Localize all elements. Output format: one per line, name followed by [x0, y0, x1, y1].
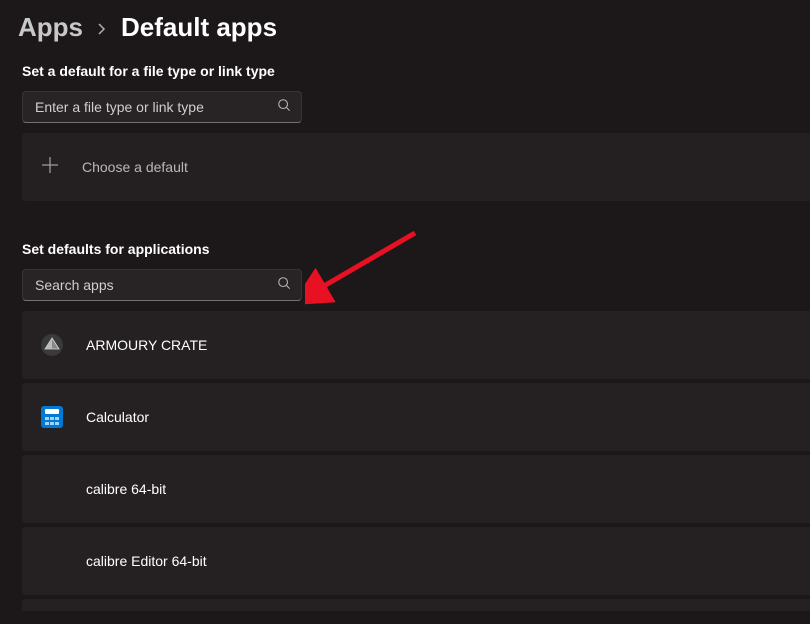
app-row-armoury-crate[interactable]: ARMOURY CRATE: [22, 311, 810, 379]
calculator-icon: [40, 405, 64, 429]
filetype-search-box[interactable]: [22, 91, 302, 123]
empty-icon: [40, 549, 64, 573]
app-label: Calculator: [86, 409, 149, 425]
section-filetype-label: Set a default for a file type or link ty…: [0, 63, 810, 79]
section-apps-label: Set defaults for applications: [0, 241, 810, 257]
app-row-calibre-editor[interactable]: calibre Editor 64-bit: [22, 527, 810, 595]
app-label: calibre Editor 64-bit: [86, 553, 207, 569]
choose-default-row[interactable]: Choose a default: [22, 133, 810, 201]
armoury-crate-icon: [40, 333, 64, 357]
breadcrumb-parent[interactable]: Apps: [18, 12, 83, 43]
app-label: ARMOURY CRATE: [86, 337, 207, 353]
app-row-calibre[interactable]: calibre 64-bit: [22, 455, 810, 523]
plus-icon: [40, 155, 60, 180]
apps-list: ARMOURY CRATE Calculator calibre 64-bit …: [22, 311, 810, 611]
app-row-calculator[interactable]: Calculator: [22, 383, 810, 451]
chevron-right-icon: [97, 22, 107, 38]
empty-icon: [40, 477, 64, 501]
filetype-search-input[interactable]: [35, 99, 277, 115]
search-icon: [277, 98, 291, 117]
breadcrumb-current: Default apps: [121, 12, 277, 43]
app-row-partial[interactable]: [22, 599, 810, 611]
search-icon: [277, 276, 291, 295]
apps-search-input[interactable]: [35, 277, 277, 293]
choose-default-label: Choose a default: [82, 159, 188, 175]
apps-search-box[interactable]: [22, 269, 302, 301]
breadcrumb: Apps Default apps: [0, 0, 810, 63]
app-label: calibre 64-bit: [86, 481, 166, 497]
